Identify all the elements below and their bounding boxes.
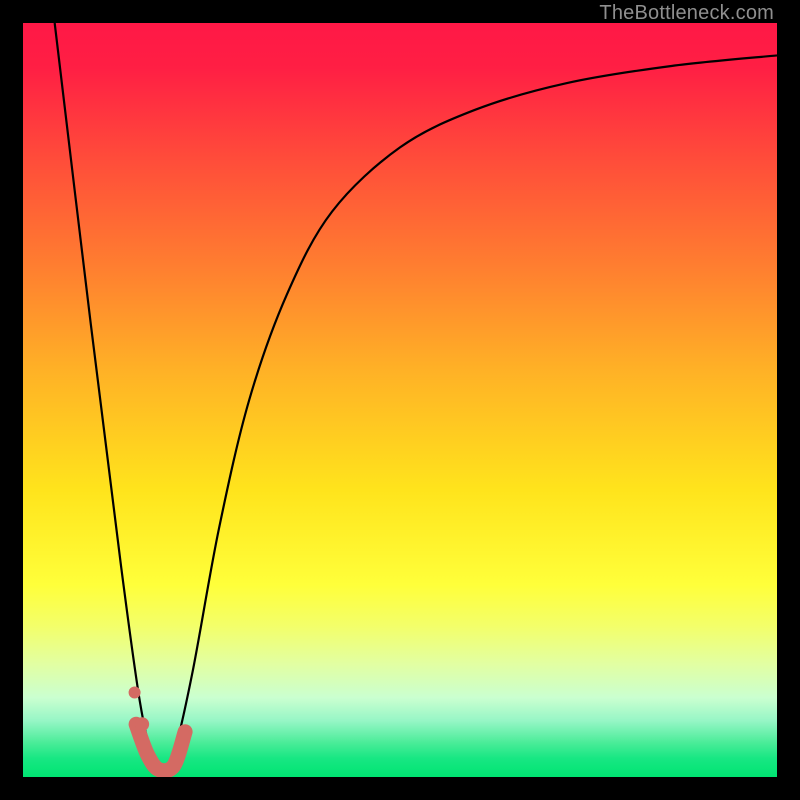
watermark-label: TheBottleneck.com: [599, 2, 774, 25]
plot-frame: [23, 23, 777, 777]
marker-dot-2: [135, 717, 149, 731]
marker-dot-1: [129, 687, 141, 699]
gradient-background: [23, 23, 777, 777]
bottleneck-chart: [23, 23, 777, 777]
